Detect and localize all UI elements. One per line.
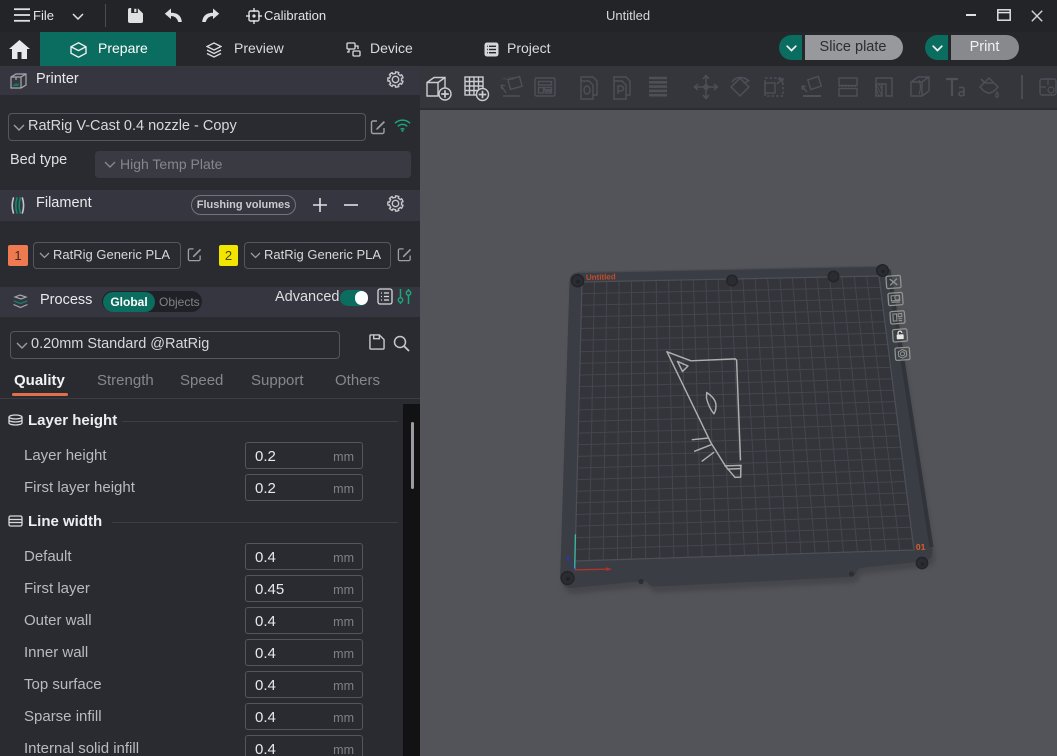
svg-text:01: 01 [916, 542, 926, 552]
svg-text:AUTO: AUTO [502, 76, 515, 81]
svg-text:Untitled: Untitled [586, 272, 616, 282]
